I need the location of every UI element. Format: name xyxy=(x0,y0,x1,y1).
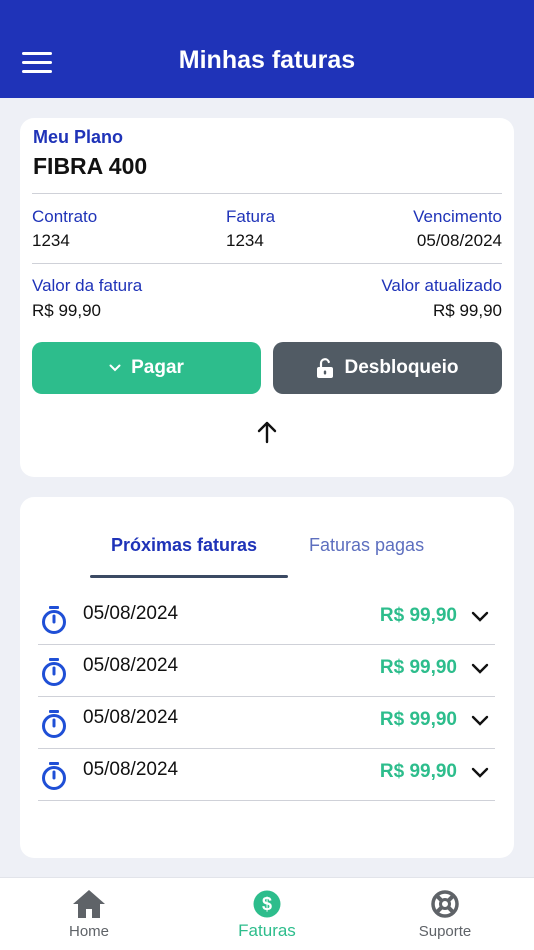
plan-name: FIBRA 400 xyxy=(33,153,148,179)
invoice-row[interactable]: 05/08/2024 R$ 99,90 xyxy=(38,645,495,697)
nav-label-home: Home xyxy=(68,923,109,940)
divider xyxy=(32,193,502,194)
svg-text:$: $ xyxy=(262,894,272,914)
invoices-card: Próximas faturas Faturas pagas 05/08/202… xyxy=(20,497,514,858)
invoice-amount: R$ 99,90 xyxy=(379,657,457,678)
chevron-down-icon[interactable] xyxy=(471,663,489,675)
nav-label-suporte: Suporte xyxy=(418,923,472,940)
desbloqueio-button[interactable]: Desbloqueio xyxy=(273,342,502,394)
fatura-value: 1234 xyxy=(226,231,264,250)
chevron-down-icon[interactable] xyxy=(471,715,489,727)
invoice-date: 05/08/2024 xyxy=(83,759,179,780)
page-title: Minhas faturas xyxy=(178,46,356,74)
nav-item-faturas[interactable]: $ Faturas xyxy=(178,878,356,950)
nav-item-suporte[interactable]: Suporte xyxy=(356,878,534,950)
chevron-down-icon[interactable] xyxy=(471,611,489,623)
pagar-button[interactable]: Pagar xyxy=(32,342,261,394)
valor-fatura-value: R$ 99,90 xyxy=(32,301,101,320)
nav-item-home[interactable]: Home xyxy=(0,878,178,950)
plan-card: Meu Plano FIBRA 400 Contrato 1234 Fatura… xyxy=(20,118,514,477)
invoice-row[interactable]: 05/08/2024 R$ 99,90 xyxy=(38,593,495,645)
vencimento-label: Vencimento xyxy=(413,207,502,226)
valor-fatura-label: Valor da fatura xyxy=(32,276,143,295)
tab-faturas-pagas[interactable]: Faturas pagas xyxy=(309,535,424,556)
stopwatch-icon xyxy=(42,762,66,790)
valor-atualizado-label: Valor atualizado xyxy=(381,276,502,295)
contrato-value: 1234 xyxy=(32,231,70,250)
dollar-circle-icon: $ xyxy=(253,890,281,918)
chevron-down-icon[interactable] xyxy=(471,767,489,779)
plan-label: Meu Plano xyxy=(33,127,124,147)
invoice-amount: R$ 99,90 xyxy=(379,709,457,730)
app-bar: Minhas faturas xyxy=(0,0,534,98)
nav-label-faturas: Faturas xyxy=(238,921,296,940)
pagar-label: Pagar xyxy=(131,357,184,378)
divider xyxy=(32,263,502,264)
chevron-down-icon xyxy=(109,364,121,372)
lifebuoy-icon xyxy=(431,890,459,918)
unlock-icon xyxy=(317,358,334,378)
invoice-date: 05/08/2024 xyxy=(83,603,179,624)
invoice-amount: R$ 99,90 xyxy=(379,761,457,782)
valor-atualizado-value: R$ 99,90 xyxy=(433,301,502,320)
vencimento-value: 05/08/2024 xyxy=(416,231,502,250)
stopwatch-icon xyxy=(42,606,66,634)
divider xyxy=(38,800,495,801)
home-icon xyxy=(73,890,105,918)
invoice-date: 05/08/2024 xyxy=(83,655,179,676)
invoice-row[interactable]: 05/08/2024 R$ 99,90 xyxy=(38,697,495,749)
tab-proximas-faturas[interactable]: Próximas faturas xyxy=(111,535,257,556)
tab-indicator xyxy=(90,575,288,578)
contrato-label: Contrato xyxy=(32,207,98,226)
stopwatch-icon xyxy=(42,710,66,738)
fatura-label: Fatura xyxy=(226,207,276,226)
bottom-nav: Home $ Faturas Suporte xyxy=(0,877,534,950)
invoice-row[interactable]: 05/08/2024 R$ 99,90 xyxy=(38,749,495,801)
invoice-date: 05/08/2024 xyxy=(83,707,179,728)
desbloqueio-label: Desbloqueio xyxy=(344,357,459,378)
stopwatch-icon xyxy=(42,658,66,686)
invoice-amount: R$ 99,90 xyxy=(379,605,457,626)
arrow-up-icon[interactable] xyxy=(256,420,278,444)
